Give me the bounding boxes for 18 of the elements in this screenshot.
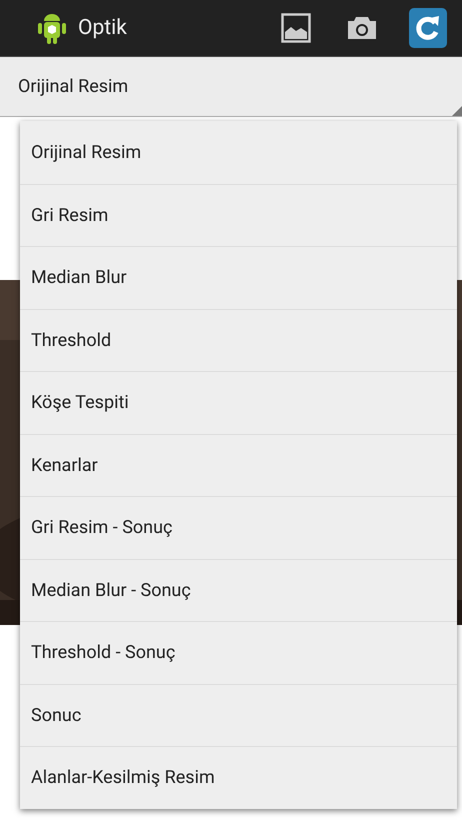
spinner-corner-icon bbox=[452, 106, 462, 116]
dropdown-item[interactable]: Orijinal Resim bbox=[20, 121, 457, 184]
image-icon bbox=[281, 13, 311, 43]
android-icon bbox=[36, 11, 68, 45]
dropdown-item[interactable]: Median Blur bbox=[20, 246, 457, 308]
app-title: Optik bbox=[78, 16, 128, 40]
dropdown-item[interactable]: Kenarlar bbox=[20, 434, 457, 496]
spinner-value[interactable]: Orijinal Resim bbox=[18, 76, 128, 97]
camera-icon bbox=[347, 16, 377, 40]
refresh-icon bbox=[409, 8, 447, 48]
dropdown-item[interactable]: Median Blur - Sonuç bbox=[20, 558, 457, 621]
dropdown-item[interactable]: Alanlar-Kesilmiş Resim bbox=[20, 746, 457, 808]
dropdown-item[interactable]: Threshold bbox=[20, 308, 457, 371]
dropdown-item[interactable]: Gri Resim bbox=[20, 184, 457, 246]
dropdown-item[interactable]: Köşe Tespiti bbox=[20, 371, 457, 434]
dropdown-item[interactable]: Sonuc bbox=[20, 684, 457, 746]
dropdown-item[interactable]: Gri Resim - Sonuç bbox=[20, 496, 457, 558]
dropdown-item[interactable]: Threshold - Sonuç bbox=[20, 621, 457, 684]
